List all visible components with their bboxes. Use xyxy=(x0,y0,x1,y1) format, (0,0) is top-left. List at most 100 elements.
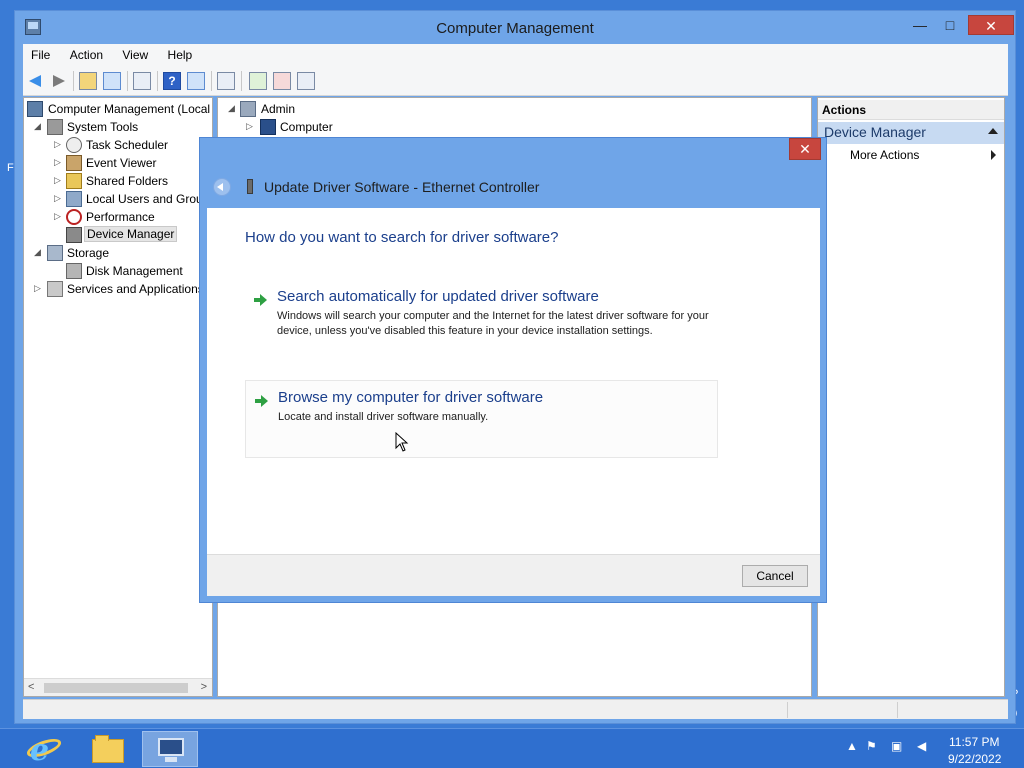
show-hide-tree-icon[interactable] xyxy=(103,72,121,90)
toolbar-separator xyxy=(157,71,158,91)
update-driver-dialog: ✕ Update Driver Software - Ethernet Cont… xyxy=(199,137,827,603)
device-manager-icon xyxy=(66,227,82,243)
more-actions-item[interactable]: More Actions xyxy=(850,148,919,162)
green-arrow-icon xyxy=(254,293,268,307)
expand-icon[interactable]: ▷ xyxy=(54,211,64,221)
uninstall-device-icon[interactable] xyxy=(273,72,291,90)
monitor-stand-icon xyxy=(165,757,177,762)
back-circle-icon[interactable] xyxy=(213,178,231,196)
storage-icon xyxy=(47,245,63,261)
tools-icon xyxy=(47,119,63,135)
option-description: Locate and install driver software manua… xyxy=(278,411,489,423)
menu-bar: File Action View Help xyxy=(23,44,1008,66)
status-bar xyxy=(23,699,1008,719)
expand-icon[interactable]: ▷ xyxy=(54,175,64,185)
tree-item-label: Disk Management xyxy=(86,264,183,278)
tree-item-label: Computer xyxy=(280,120,333,134)
browse-computer-option[interactable]: Browse my computer for driver software L… xyxy=(245,380,718,458)
collapse-icon[interactable]: ◢ xyxy=(34,247,44,257)
back-arrow-icon[interactable] xyxy=(27,72,45,90)
close-button[interactable]: ✕ xyxy=(968,15,1014,35)
taskbar: e ▲ ⚑ ▣ ◀ 11:57 PM 9/22/2022 xyxy=(0,728,1024,768)
actions-header: Actions xyxy=(818,100,1004,120)
tree-item-label: Device Manager xyxy=(84,226,178,242)
show-hidden-icons-icon[interactable]: ▲ xyxy=(846,739,858,753)
toolbar-separator xyxy=(241,71,242,91)
internet-explorer-taskbar-button[interactable]: e xyxy=(16,731,72,768)
expand-icon[interactable]: ▷ xyxy=(54,157,64,167)
status-divider xyxy=(897,702,898,718)
tree-item-label: Task Scheduler xyxy=(86,138,169,152)
expand-icon[interactable]: ▷ xyxy=(246,121,256,131)
export-list-icon[interactable] xyxy=(133,72,151,90)
maximize-button[interactable]: □ xyxy=(937,15,963,35)
collapse-icon[interactable]: ◢ xyxy=(228,103,238,113)
window-title: Computer Management xyxy=(436,20,594,37)
clock-time[interactable]: 11:57 PM xyxy=(949,735,999,749)
horizontal-scrollbar[interactable]: < > xyxy=(24,678,212,696)
dialog-title: Update Driver Software - Ethernet Contro… xyxy=(264,179,540,195)
desktop-text-fragment: F xyxy=(7,162,14,174)
services-icon xyxy=(47,281,63,297)
dialog-body: How do you want to search for driver sof… xyxy=(207,208,820,554)
menu-file[interactable]: File xyxy=(23,44,58,62)
scan-hardware-icon[interactable] xyxy=(217,72,235,90)
dialog-footer: Cancel xyxy=(207,554,820,596)
enable-device-icon[interactable] xyxy=(297,72,315,90)
menu-help[interactable]: Help xyxy=(160,44,201,62)
option-title: Browse my computer for driver software xyxy=(278,389,544,406)
toolbar: ? xyxy=(23,66,1008,96)
tree-item-label: Services and Applications xyxy=(67,282,204,296)
clock-date[interactable]: 9/22/2022 xyxy=(948,752,1001,766)
computer-management-taskbar-button[interactable] xyxy=(142,731,198,767)
submenu-arrow-icon[interactable] xyxy=(991,150,996,160)
menu-action[interactable]: Action xyxy=(62,44,111,62)
show-action-pane-icon[interactable] xyxy=(187,72,205,90)
event-viewer-icon xyxy=(66,155,82,171)
title-bar[interactable]: Computer Management — □ ✕ xyxy=(15,11,1015,43)
scrollbar-thumb[interactable] xyxy=(44,683,188,693)
cancel-button[interactable]: Cancel xyxy=(742,565,808,587)
actions-section-device-manager[interactable]: Device Manager xyxy=(818,122,1004,144)
file-explorer-taskbar-button[interactable] xyxy=(80,731,136,767)
network-icon[interactable]: ▣ xyxy=(891,739,902,753)
tree-item-label: Performance xyxy=(86,210,155,224)
action-center-flag-icon[interactable]: ⚑ xyxy=(866,739,877,753)
console-tree: Computer Management (Local ◢ System Tool… xyxy=(23,97,213,697)
users-icon xyxy=(66,191,82,207)
up-folder-icon[interactable] xyxy=(79,72,97,90)
volume-icon[interactable]: ◀ xyxy=(917,739,926,753)
search-automatically-option[interactable]: Search automatically for updated driver … xyxy=(245,280,718,358)
forward-arrow-icon[interactable] xyxy=(49,72,67,90)
dialog-close-button[interactable]: ✕ xyxy=(789,138,821,160)
actions-section-label: Device Manager xyxy=(824,124,926,140)
minimize-button[interactable]: — xyxy=(907,15,933,35)
dialog-heading: How do you want to search for driver sof… xyxy=(245,229,559,246)
menu-view[interactable]: View xyxy=(114,44,156,62)
option-description: Windows will search your computer and th… xyxy=(277,310,709,337)
tree-item-label: Local Users and Group xyxy=(86,192,210,206)
tree-item-label: Computer Management (Local xyxy=(48,102,211,116)
dialog-header: Update Driver Software - Ethernet Contro… xyxy=(200,172,826,202)
folder-icon xyxy=(92,735,124,763)
tree-item-label: Event Viewer xyxy=(86,156,157,170)
monitor-icon xyxy=(260,119,276,135)
actions-pane: Actions Device Manager More Actions xyxy=(817,97,1005,697)
toolbar-separator xyxy=(73,71,74,91)
scroll-right-icon[interactable]: > xyxy=(201,681,207,693)
expand-icon[interactable]: ▷ xyxy=(54,139,64,149)
expand-icon[interactable]: ▷ xyxy=(54,193,64,203)
help-icon[interactable]: ? xyxy=(163,72,181,90)
option-title: Search automatically for updated driver … xyxy=(277,288,599,305)
tree-item-label: Storage xyxy=(67,246,110,260)
expand-icon[interactable]: ▷ xyxy=(34,283,44,293)
computer-icon xyxy=(240,101,256,117)
monitor-icon xyxy=(158,738,184,756)
collapse-up-icon[interactable] xyxy=(988,128,998,134)
tree-item-label: System Tools xyxy=(67,120,139,134)
disk-icon xyxy=(66,263,82,279)
update-driver-icon[interactable] xyxy=(249,72,267,90)
toolbar-separator xyxy=(127,71,128,91)
scroll-left-icon[interactable]: < xyxy=(28,681,34,693)
collapse-icon[interactable]: ◢ xyxy=(34,121,44,131)
